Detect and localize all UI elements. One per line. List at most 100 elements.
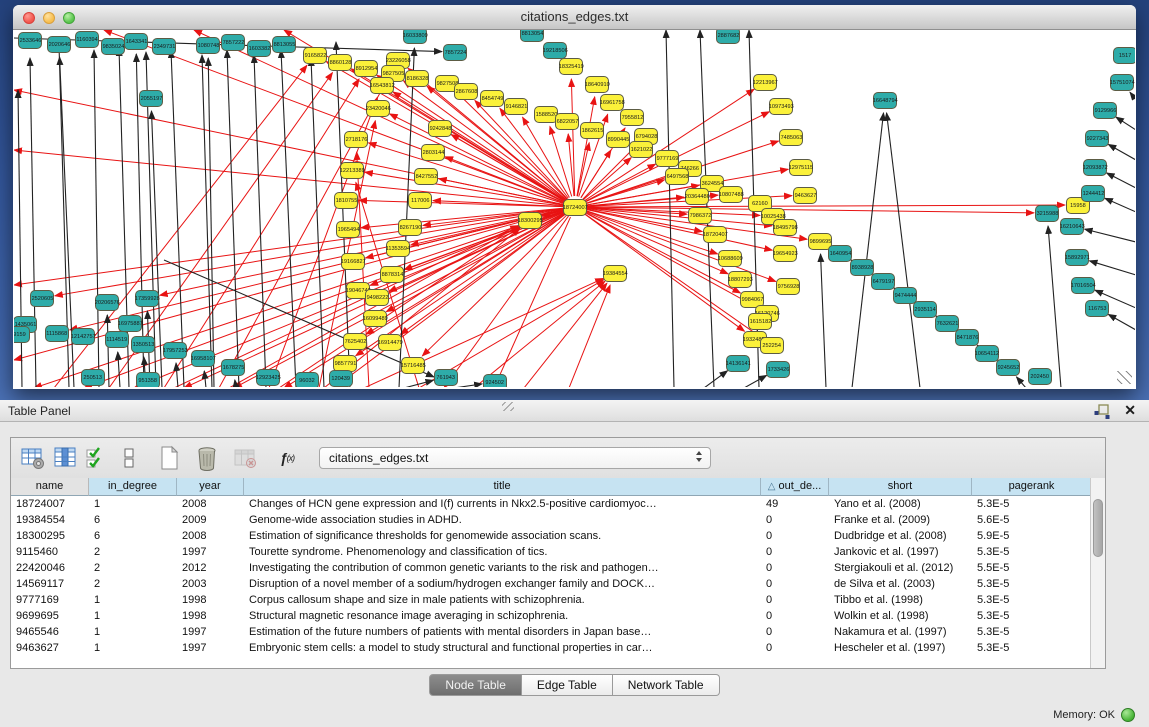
graph-node[interactable]: 9242848: [428, 120, 452, 137]
vertical-scrollbar[interactable]: [1090, 478, 1105, 668]
column-header-in_degree[interactable]: in_degree: [89, 478, 177, 496]
graph-node[interactable]: 8267190: [398, 219, 422, 236]
column-header-out_de[interactable]: △ out_de...: [761, 478, 829, 496]
graph-node[interactable]: 8427552: [414, 168, 438, 185]
column-header-title[interactable]: title: [244, 478, 761, 496]
graph-node[interactable]: 2867608: [454, 83, 478, 100]
graph-node[interactable]: 19218506: [543, 42, 567, 59]
table-row[interactable]: 977716911998Corpus callosum shape and si…: [11, 592, 1105, 608]
column-header-year[interactable]: year: [177, 478, 244, 496]
show-columns-icon[interactable]: [51, 444, 79, 472]
graph-node[interactable]: 7955812: [620, 109, 644, 126]
table-row[interactable]: 1830029562008Estimation of significance …: [11, 528, 1105, 544]
graph-node[interactable]: 18640910: [585, 76, 609, 93]
graph-node[interactable]: 1244412: [1081, 185, 1105, 202]
graph-node[interactable]: 6479197: [871, 273, 895, 290]
graph-node[interactable]: 8878314: [380, 266, 404, 283]
table-row[interactable]: 969969511998Structural magnetic resonanc…: [11, 608, 1105, 624]
graph-node[interactable]: 8813055: [272, 36, 296, 53]
table-row[interactable]: 1456911722003Disruption of a novel membe…: [11, 576, 1105, 592]
graph-node[interactable]: 8912954: [354, 60, 378, 77]
graph-node[interactable]: 1640954: [828, 245, 852, 262]
graph-node[interactable]: 8454749: [480, 90, 504, 107]
tab-node-table[interactable]: Node Table: [429, 674, 522, 696]
graph-node[interactable]: 1350513: [131, 336, 155, 353]
graph-node[interactable]: 8471876: [955, 329, 979, 346]
graph-node[interactable]: 12093872: [1083, 159, 1107, 176]
graph-node[interactable]: 19166827: [341, 253, 365, 270]
graph-node[interactable]: 9129966: [1093, 102, 1117, 119]
window-titlebar[interactable]: citations_edges.txt: [13, 5, 1136, 30]
graph-node[interactable]: 17957253: [163, 342, 187, 359]
graph-node[interactable]: 7632621: [935, 315, 959, 332]
graph-node[interactable]: 120439: [329, 370, 353, 387]
graph-node[interactable]: 3215988: [1035, 205, 1059, 222]
graph-node[interactable]: 16914479: [378, 334, 402, 351]
graph-node[interactable]: 924502: [483, 374, 507, 388]
graph-node[interactable]: 9165822: [303, 47, 327, 64]
table-settings-icon[interactable]: [19, 444, 47, 472]
graph-node[interactable]: 116753: [1085, 300, 1109, 317]
graph-node[interactable]: 7625402: [343, 333, 367, 350]
graph-node[interactable]: 1615182: [748, 313, 772, 330]
graph-node[interactable]: 7485063: [779, 129, 803, 146]
column-header-name[interactable]: name: [11, 478, 89, 496]
graph-node[interactable]: 8990445: [606, 131, 630, 148]
graph-node[interactable]: 7857222: [221, 34, 245, 51]
graph-node[interactable]: 9463627: [793, 187, 817, 204]
graph-node[interactable]: 16958107: [191, 350, 215, 367]
graph-node[interactable]: 18724007: [563, 199, 587, 216]
graph-node[interactable]: 12213389: [340, 162, 364, 179]
graph-node[interactable]: 9835024: [101, 38, 125, 55]
table-row[interactable]: 1872400712008Changes of HCN gene express…: [11, 496, 1105, 512]
network-canvas[interactable]: 1872400718300295916582288601288912954232…: [14, 30, 1135, 387]
graph-node[interactable]: 15716485: [401, 357, 425, 374]
graph-node[interactable]: 17359928: [135, 290, 159, 307]
graph-node[interactable]: 1810755: [334, 192, 358, 209]
graph-node[interactable]: 19384554: [603, 265, 627, 282]
graph-node[interactable]: 15892971: [1065, 249, 1089, 266]
graph-node[interactable]: 2718176: [344, 131, 368, 148]
graph-node[interactable]: 12923425: [256, 369, 280, 386]
graph-node[interactable]: 1678275: [221, 359, 245, 376]
graph-node[interactable]: 18300295: [518, 212, 542, 229]
graph-node[interactable]: 1160394: [75, 31, 99, 48]
table-row[interactable]: 1938455462009Genome-wide association stu…: [11, 512, 1105, 528]
window-close-icon[interactable]: [23, 12, 35, 24]
graph-node[interactable]: 15751074: [1110, 74, 1134, 91]
graph-node[interactable]: 1862615: [580, 122, 604, 139]
graph-node[interactable]: 761943: [434, 369, 458, 386]
graph-node[interactable]: 250513: [81, 369, 105, 386]
window-zoom-icon[interactable]: [63, 12, 75, 24]
graph-node[interactable]: 20364486: [685, 188, 709, 205]
tab-edge-table[interactable]: Edge Table: [522, 674, 613, 696]
tab-network-table[interactable]: Network Table: [613, 674, 720, 696]
table-row[interactable]: 946554611997Estimation of the future num…: [11, 624, 1105, 640]
graph-node[interactable]: 10973493: [769, 98, 793, 115]
graph-node[interactable]: 16033809: [403, 30, 427, 44]
graph-node[interactable]: 9498222: [365, 289, 389, 306]
graph-node[interactable]: 2520605: [30, 290, 54, 307]
close-panel-icon[interactable]: ✕: [1124, 403, 1136, 418]
graph-node[interactable]: 2533646: [18, 32, 42, 49]
graph-node[interactable]: 252254: [760, 337, 784, 354]
graph-node[interactable]: 6497568: [665, 168, 689, 185]
graph-node[interactable]: 12975115: [789, 159, 813, 176]
graph-node[interactable]: 1965494: [336, 221, 360, 238]
new-table-icon[interactable]: [155, 444, 183, 472]
graph-node[interactable]: 7857224: [443, 44, 467, 61]
graph-node[interactable]: 1080748: [196, 37, 220, 54]
row-height-icon[interactable]: [115, 444, 143, 472]
graph-node[interactable]: 20206576: [95, 294, 119, 311]
graph-node[interactable]: 2935114: [913, 301, 937, 318]
column-header-pagerank[interactable]: pagerank: [972, 478, 1092, 496]
table-row[interactable]: 911546021997Tourette syndrome. Phenomeno…: [11, 544, 1105, 560]
graph-node[interactable]: 12142757: [71, 328, 95, 345]
graph-node[interactable]: 96032: [295, 372, 319, 388]
graph-node[interactable]: 9756928: [776, 278, 800, 295]
graph-node[interactable]: 23420046: [366, 100, 390, 117]
graph-node[interactable]: 2887682: [716, 30, 740, 44]
function-builder-icon[interactable]: ƒ(x): [273, 444, 301, 472]
graph-node[interactable]: 16210643: [1060, 218, 1084, 235]
graph-node[interactable]: 16961758: [600, 94, 624, 111]
